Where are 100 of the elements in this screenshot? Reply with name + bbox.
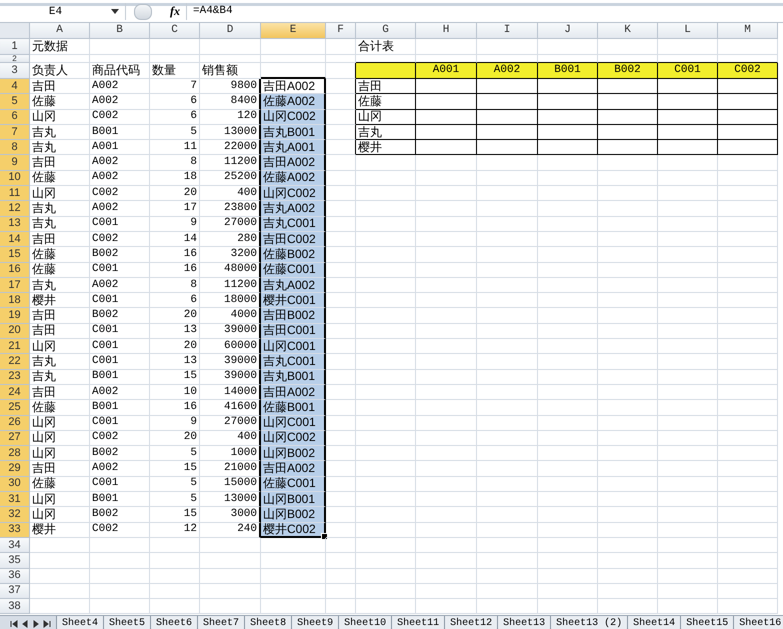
formula-field[interactable]: =A4&B4 [186, 3, 783, 20]
table-cell: 吉田A002 [261, 461, 326, 477]
column-header[interactable]: L [658, 23, 718, 39]
next-sheet-icon[interactable] [32, 620, 40, 628]
row-header[interactable]: 27 [0, 430, 30, 446]
row-header[interactable]: 13 [0, 216, 30, 232]
row-header[interactable]: 1 [0, 39, 30, 55]
column-header[interactable]: H [416, 23, 477, 39]
row-header[interactable]: 20 [0, 324, 30, 340]
table-cell: C001 [90, 339, 150, 354]
row-header[interactable]: 28 [0, 446, 30, 462]
sheet-tab[interactable]: Sheet13 [497, 616, 552, 629]
table-cell: 吉丸A002 [261, 278, 326, 294]
sheet-tab[interactable]: Sheet8 [244, 616, 292, 629]
row-header[interactable]: 7 [0, 124, 30, 140]
column-header[interactable]: M [718, 23, 778, 39]
table-cell: 吉田 [30, 308, 90, 324]
row-header[interactable]: 33 [0, 522, 30, 538]
row-header[interactable]: 36 [0, 568, 30, 584]
row-header[interactable]: 10 [0, 170, 30, 186]
row-header[interactable]: 21 [0, 339, 30, 354]
table-cell: 吉丸 [30, 216, 90, 232]
sheet-tab[interactable]: Sheet16 [733, 616, 783, 629]
column-header[interactable]: E [261, 23, 326, 39]
first-sheet-icon[interactable] [10, 620, 18, 628]
column-header[interactable]: I [477, 23, 538, 39]
table-cell: 佐藤 [30, 247, 90, 263]
row-header[interactable]: 26 [0, 416, 30, 431]
sheet-tab[interactable]: Sheet12 [444, 616, 498, 629]
column-header[interactable]: B [90, 23, 150, 39]
row-header[interactable]: 12 [0, 201, 30, 217]
row-header[interactable]: 2 [0, 55, 30, 63]
row-header[interactable]: 23 [0, 370, 30, 385]
table-cell: 吉田A002 [261, 384, 326, 400]
row-header[interactable]: 18 [0, 293, 30, 308]
row-header[interactable]: 32 [0, 507, 30, 523]
fill-handle[interactable] [321, 532, 328, 540]
row-header[interactable]: 30 [0, 476, 30, 492]
column-header[interactable]: D [200, 23, 261, 39]
table-cell: 山冈 [30, 446, 90, 462]
table-cell: 13 [150, 354, 200, 370]
table-cell: 佐藤C001 [261, 476, 326, 492]
column-header[interactable]: F [326, 23, 356, 39]
row-header[interactable]: 25 [0, 400, 30, 416]
row-header[interactable]: 31 [0, 492, 30, 508]
row-header[interactable]: 15 [0, 247, 30, 263]
column-header[interactable]: G [356, 23, 416, 39]
row-header[interactable]: 38 [0, 599, 30, 614]
table-cell: 9 [150, 416, 200, 431]
sheet-tab[interactable]: Sheet4 [56, 616, 104, 629]
column-header[interactable]: C [150, 23, 200, 39]
row-header[interactable]: 11 [0, 186, 30, 202]
previous-sheet-icon[interactable] [21, 620, 29, 628]
table-cell: 元数据 [30, 39, 90, 55]
table-cell: 山冈B002 [261, 507, 326, 523]
row-header[interactable]: 9 [0, 155, 30, 171]
row-header[interactable]: 5 [0, 94, 30, 110]
row-header[interactable]: 4 [0, 79, 30, 94]
last-sheet-icon[interactable] [43, 620, 51, 628]
table-cell: 樱井 [356, 140, 416, 156]
sheet-tab[interactable]: Sheet14 [627, 616, 682, 629]
table-cell: C002 [90, 186, 150, 202]
name-box[interactable]: E4 [0, 3, 126, 20]
row-header[interactable]: 22 [0, 354, 30, 370]
row-header[interactable]: 3 [0, 63, 30, 79]
table-cell: 山冈 [30, 507, 90, 523]
row-header[interactable]: 16 [0, 262, 30, 278]
table-cell: 14 [150, 232, 200, 248]
sheet-tab[interactable]: Sheet11 [391, 616, 446, 629]
sheet-tab[interactable]: Sheet15 [680, 616, 734, 629]
table-cell: C002 [718, 63, 778, 79]
table-cell: 吉丸 [30, 354, 90, 370]
column-header[interactable]: A [30, 23, 90, 39]
sheet-tab[interactable]: Sheet10 [338, 616, 392, 629]
table-cell: 吉丸C001 [261, 216, 326, 232]
row-header[interactable]: 19 [0, 308, 30, 324]
sheet-tab[interactable]: Sheet5 [103, 616, 152, 629]
dropdown-icon[interactable] [111, 9, 119, 14]
insert-function-button[interactable]: fx [170, 4, 180, 19]
row-header[interactable]: 24 [0, 384, 30, 400]
table-cell: 吉田 [356, 79, 416, 94]
column-header[interactable]: K [598, 23, 658, 39]
row-header[interactable]: 29 [0, 461, 30, 477]
row-header[interactable]: 8 [0, 140, 30, 156]
row-header[interactable]: 14 [0, 232, 30, 248]
row-header[interactable]: 17 [0, 278, 30, 294]
table-cell: 9 [150, 216, 200, 232]
table-cell: A002 [90, 170, 150, 186]
sheet-tab[interactable]: Sheet13 (2) [550, 616, 628, 629]
sheet-tab[interactable]: Sheet9 [291, 616, 340, 629]
row-header[interactable]: 6 [0, 110, 30, 125]
row-header[interactable]: 37 [0, 584, 30, 600]
sheet-tab[interactable]: Sheet6 [150, 616, 198, 629]
sheet-tab[interactable]: Sheet7 [197, 616, 246, 629]
table-cell: 吉田 [30, 155, 90, 171]
splitter-handle[interactable] [134, 4, 152, 20]
table-cell: 佐藤B002 [261, 247, 326, 263]
row-header[interactable]: 34 [0, 538, 30, 554]
column-header[interactable]: J [538, 23, 598, 39]
row-header[interactable]: 35 [0, 553, 30, 568]
